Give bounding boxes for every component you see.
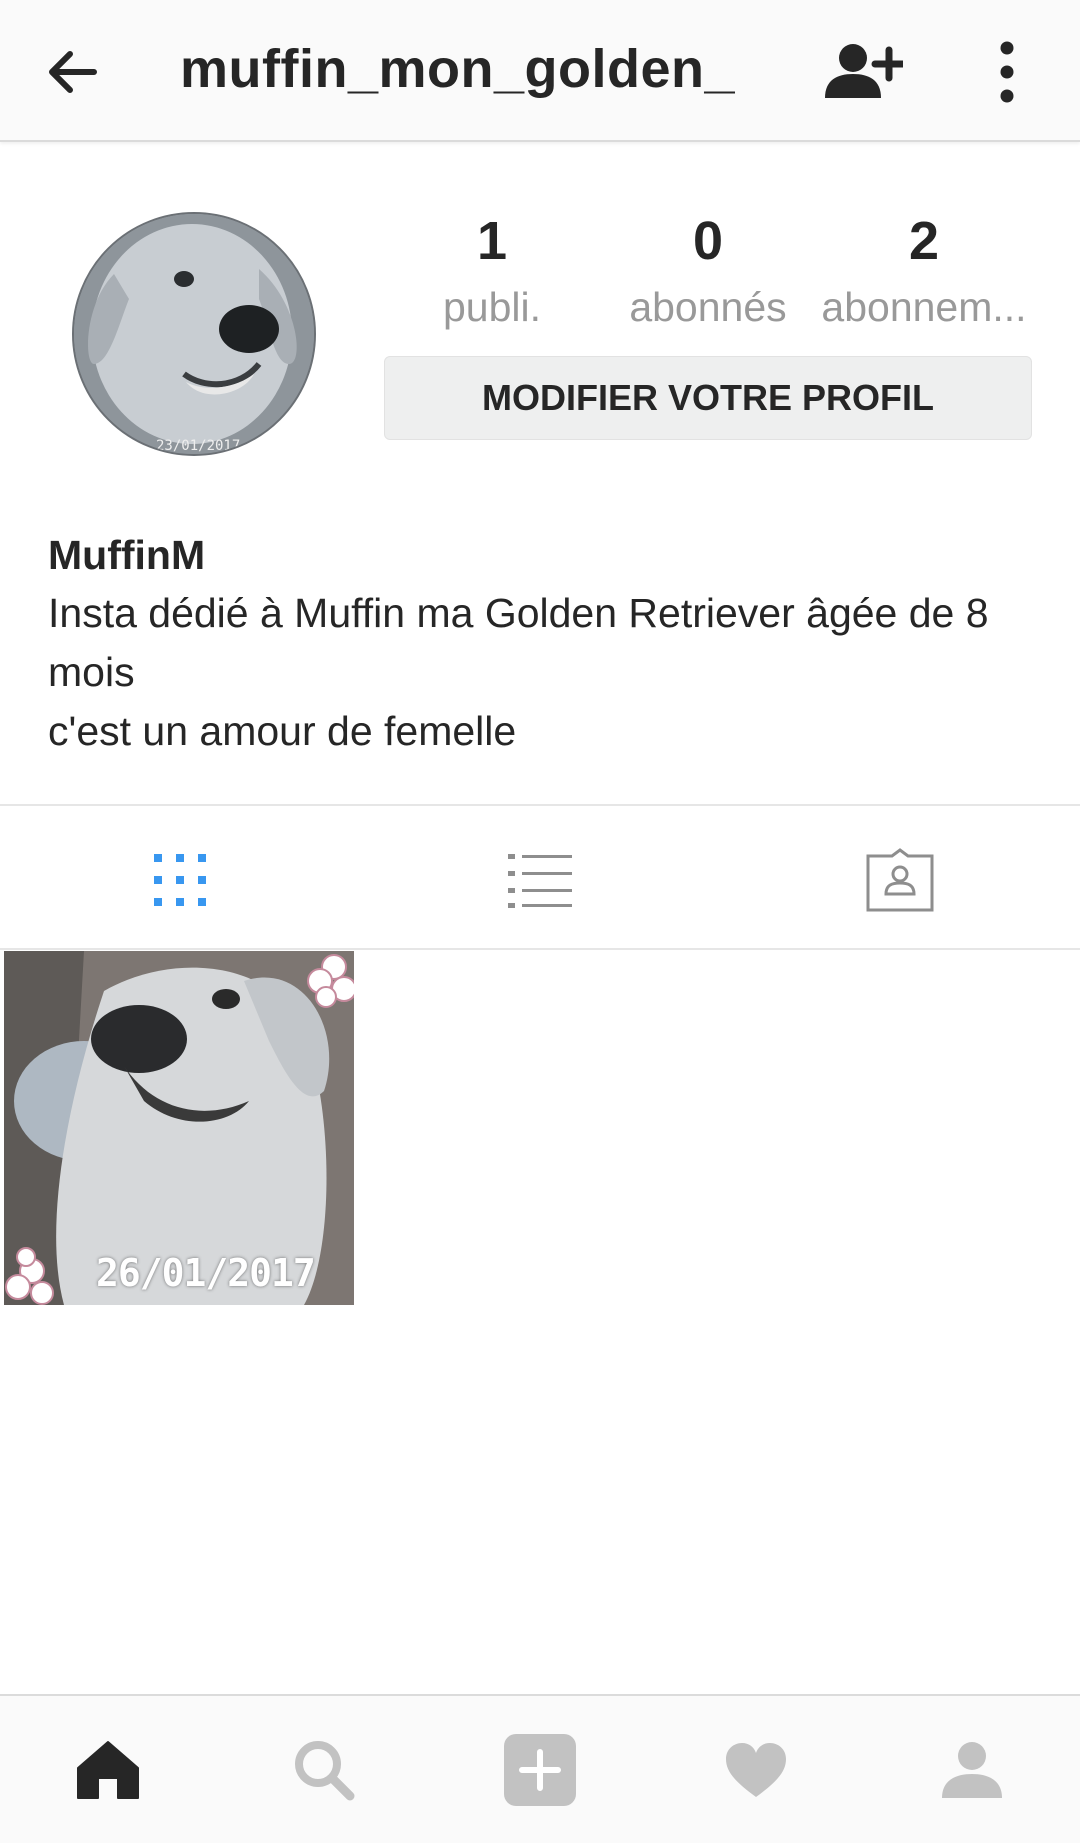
- add-user-button[interactable]: [818, 32, 908, 112]
- bio-line: Insta dédié à Muffin ma Golden Retriever…: [48, 590, 989, 636]
- back-button[interactable]: [36, 36, 108, 108]
- nav-profile-button[interactable]: [864, 1696, 1080, 1843]
- posts-label: publi.: [442, 284, 541, 330]
- followers-count: 0: [692, 211, 724, 271]
- bottom-navigation: [0, 1694, 1080, 1843]
- grid-icon: [154, 854, 206, 906]
- bio-line: mois: [48, 649, 135, 695]
- tab-tagged-photos[interactable]: [720, 812, 1080, 948]
- add-post-icon: [504, 1733, 576, 1806]
- person-add-icon: [825, 44, 903, 98]
- followers-stat[interactable]: 0 abonnés: [600, 205, 816, 337]
- posts-count: 1: [476, 211, 508, 271]
- search-icon: [295, 1740, 355, 1800]
- following-stat[interactable]: 2 abonnem...: [816, 205, 1032, 337]
- more-vertical-icon: [1000, 41, 1014, 103]
- nav-add-post-button[interactable]: [432, 1696, 648, 1843]
- top-app-bar: muffin_mon_golden_: [0, 0, 1080, 142]
- following-count: 2: [908, 211, 940, 271]
- display-name: MuffinM: [48, 532, 206, 578]
- dog-avatar-image: 23/01/2017: [74, 214, 314, 454]
- tab-grid-view[interactable]: [0, 812, 360, 948]
- profile-bio: MuffinM Insta dédié à Muffin ma Golden R…: [48, 526, 1038, 761]
- tab-list-view[interactable]: [360, 812, 720, 948]
- nav-activity-button[interactable]: [648, 1696, 864, 1843]
- tagged-photos-icon: [866, 848, 934, 912]
- post-date-overlay: 26/01/2017: [96, 1251, 316, 1295]
- list-icon: [508, 854, 572, 908]
- bio-line: c'est un amour de femelle: [48, 708, 517, 754]
- profile-stats: 1 publi. 0 abonnés 2 abonnem...: [384, 205, 1032, 335]
- arrow-left-icon: [49, 51, 97, 93]
- avatar-date-stamp: 23/01/2017: [156, 438, 240, 454]
- nav-search-button[interactable]: [216, 1696, 432, 1843]
- heart-icon: [726, 1742, 786, 1797]
- home-icon: [77, 1740, 139, 1799]
- profile-username-title: muffin_mon_golden_: [180, 39, 736, 99]
- divider: [0, 948, 1080, 950]
- post-thumbnail[interactable]: 26/01/2017: [4, 951, 354, 1305]
- edit-profile-button[interactable]: MODIFIER VOTRE PROFIL: [384, 356, 1032, 440]
- following-label: abonnem...: [821, 284, 1027, 330]
- divider: [0, 804, 1080, 806]
- profile-avatar[interactable]: 23/01/2017: [72, 212, 316, 456]
- posts-stat[interactable]: 1 publi.: [384, 205, 600, 337]
- more-options-button[interactable]: [972, 32, 1042, 112]
- followers-label: abonnés: [629, 284, 787, 330]
- profile-icon: [942, 1741, 1002, 1798]
- nav-home-button[interactable]: [0, 1696, 216, 1843]
